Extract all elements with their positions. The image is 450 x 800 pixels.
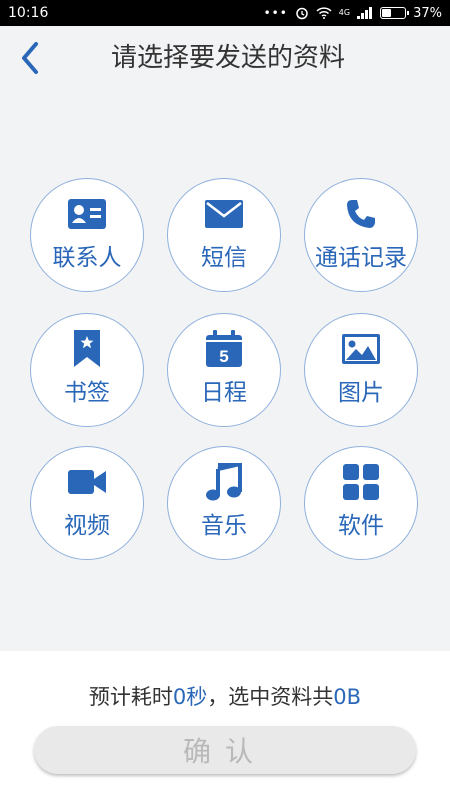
estimated-time: 0秒 <box>172 685 208 709</box>
selected-size: 0B <box>333 685 362 709</box>
item-label: 视频 <box>64 513 110 539</box>
calendar-button[interactable]: 5 日程 <box>167 313 281 427</box>
signal-icon <box>357 7 373 19</box>
item-label: 日程 <box>201 380 247 406</box>
status-bar: 10:16 ••• 4G 37% <box>0 0 450 26</box>
calendar-icon: 5 <box>204 329 244 369</box>
apps-button[interactable]: 软件 <box>304 446 418 560</box>
transfer-summary: 预计耗时0秒，选中资料共0B <box>0 681 450 711</box>
status-time: 10:16 <box>8 5 49 21</box>
summary-middle: ，选中资料共 <box>207 685 334 709</box>
svg-text:5: 5 <box>219 347 228 366</box>
battery-icon <box>380 7 410 19</box>
item-label: 联系人 <box>52 245 122 271</box>
call-log-button[interactable]: 通话记录 <box>304 178 418 292</box>
battery-fill <box>382 9 391 17</box>
page-title: 请选择要发送的资料 <box>110 43 345 73</box>
pictures-button[interactable]: 图片 <box>304 313 418 427</box>
picture-icon <box>341 329 381 369</box>
envelope-icon <box>204 194 244 234</box>
contacts-button[interactable]: 联系人 <box>30 178 144 292</box>
item-label: 书签 <box>64 380 110 406</box>
item-label: 通话记录 <box>315 245 407 271</box>
summary-prefix: 预计耗时 <box>88 685 173 709</box>
bottom-panel: 预计耗时0秒，选中资料共0B 确认 <box>0 651 450 800</box>
battery-percent: 37% <box>413 5 442 21</box>
alarm-icon <box>295 6 309 20</box>
more-notifications-icon: ••• <box>263 6 288 20</box>
apps-grid-icon <box>341 462 381 502</box>
phone-icon <box>341 194 381 234</box>
bookmark-icon <box>67 329 107 369</box>
confirm-button[interactable]: 确认 <box>34 726 416 774</box>
header: 请选择要发送的资料 <box>0 26 450 90</box>
video-camera-icon <box>67 462 107 502</box>
music-button[interactable]: 音乐 <box>167 446 281 560</box>
item-label: 短信 <box>201 245 247 271</box>
item-label: 图片 <box>338 380 384 406</box>
item-label: 音乐 <box>201 513 247 539</box>
videos-button[interactable]: 视频 <box>30 446 144 560</box>
bookmarks-button[interactable]: 书签 <box>30 313 144 427</box>
network-type: 4G <box>338 8 351 17</box>
item-label: 软件 <box>338 513 384 539</box>
music-note-icon <box>204 462 244 502</box>
contact-card-icon <box>67 194 107 234</box>
wifi-icon <box>316 7 332 19</box>
status-icons: ••• 4G 37% <box>264 6 442 21</box>
sms-button[interactable]: 短信 <box>167 178 281 292</box>
